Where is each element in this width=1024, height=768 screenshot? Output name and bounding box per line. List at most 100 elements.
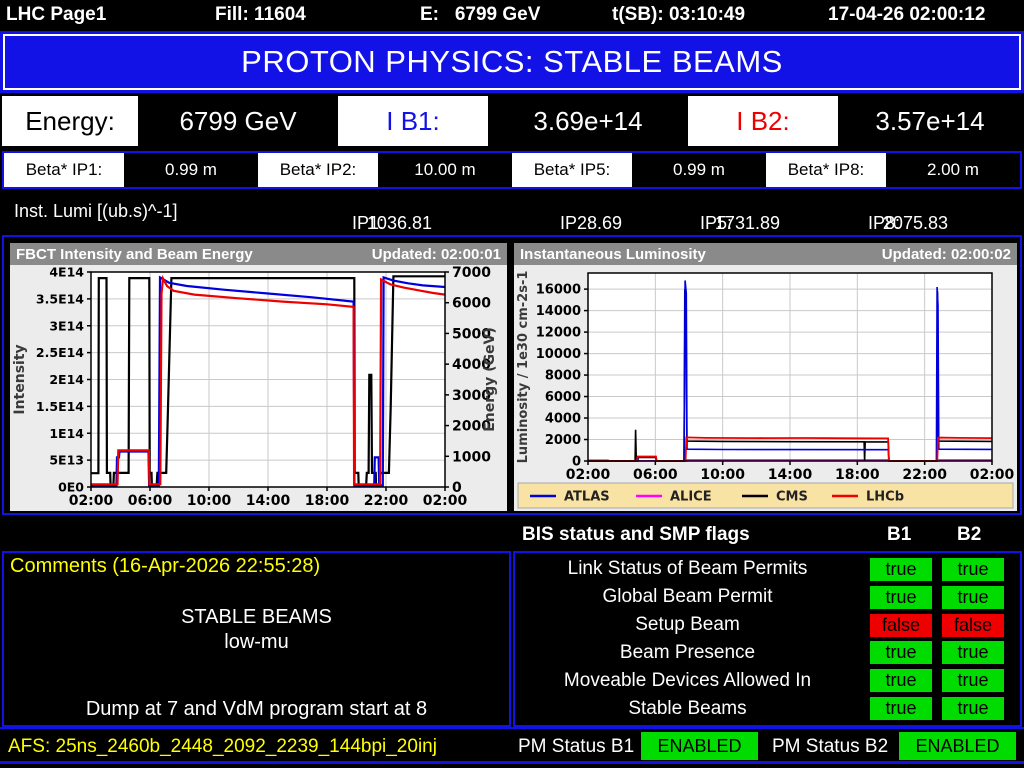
svg-text:1000: 1000 [452, 449, 491, 465]
intensity-b2-value: 3.57e+14 [875, 105, 985, 136]
flag-stable-beams-b2: true [942, 697, 1004, 721]
bis-header: BIS status and SMP flags B1 B2 [514, 521, 1022, 551]
svg-text:4000: 4000 [545, 412, 581, 427]
datetime: 17-04-26 02:00:12 [828, 4, 986, 25]
svg-text:12000: 12000 [536, 326, 581, 341]
energy-intensity-row: Energy: 6799 GeV I B1: 3.69e+14 I B2: 3.… [0, 93, 1024, 149]
bis-row-setup-beam: Setup Beam false false [515, 612, 1020, 639]
beta-star-row: Beta* IP1: 0.99 m Beta* IP2: 10.00 m Bet… [2, 151, 1022, 189]
svg-text:14000: 14000 [536, 304, 581, 319]
beta-ip8-label: Beta* IP8: [766, 153, 886, 187]
fbct-chart-canvas: 02:00 06:00 10:00 14:00 18:00 22:00 02:000E05E… [12, 265, 498, 509]
lumi-ip8-value: 2075.83 [882, 213, 948, 233]
svg-text:16000: 16000 [536, 283, 581, 298]
svg-text:0E0: 0E0 [58, 480, 84, 495]
mode-banner: PROTON PHYSICS: STABLE BEAMS [0, 31, 1024, 93]
pm-status-b1-badge: ENABLED [641, 732, 758, 760]
svg-text:3E14: 3E14 [49, 318, 84, 333]
lumi-ip2-value: 8.69 [586, 213, 622, 233]
bis-flags-panel: Link Status of Beam Permits true true Gl… [513, 551, 1022, 727]
comments-panel: Comments (16-Apr-2026 22:55:28) STABLE B… [2, 551, 511, 727]
bis-col-b1: B1 [887, 524, 912, 545]
chart2-title: Instantaneous Luminosity [520, 245, 706, 263]
svg-text:10:00: 10:00 [187, 493, 232, 509]
flag-stable-beams-b1: true [870, 697, 932, 721]
svg-text:06:00: 06:00 [633, 467, 678, 483]
bis-row-link-status: Link Status of Beam Permits true true [515, 556, 1020, 583]
svg-text:LHCb: LHCb [866, 490, 904, 505]
svg-text:14:00: 14:00 [768, 467, 813, 483]
inst-lumi-row: Inst. Lumi [(ub.s)^-1] IP1: 1036.81 IP2: 8… [0, 189, 1024, 235]
inst-lumi-label: Inst. Lumi [(ub.s)^-1] [14, 201, 178, 221]
svg-text:Energy (GeV): Energy (GeV) [482, 327, 498, 432]
svg-text:ATLAS: ATLAS [564, 490, 610, 505]
bis-row-global-permit: Global Beam Permit true true [515, 584, 1020, 611]
svg-text:1E14: 1E14 [49, 426, 84, 441]
bis-row-label: Beam Presence [619, 641, 756, 663]
svg-text:4E14: 4E14 [49, 265, 84, 280]
comment-line-3: Dump at 7 and VdM program start at 8 [85, 698, 428, 720]
flag-global-permit-b2: true [942, 585, 1004, 609]
flag-link-status-b2: true [942, 557, 1004, 581]
flag-moveable-devices-b1: true [870, 669, 932, 693]
flag-global-permit-b1: true [870, 585, 932, 609]
svg-text:6000: 6000 [545, 390, 581, 405]
bis-row-label: Global Beam Permit [602, 586, 773, 608]
footer-bar: AFS: 25ns_2460b_2448_2092_2239_144bpi_20… [0, 727, 1024, 762]
pm-status-b2-badge: ENABLED [899, 732, 1016, 760]
chart1-title: FBCT Intensity and Beam Energy [16, 245, 253, 263]
flag-setup-beam-b2: false [942, 613, 1004, 637]
intensity-b1-label: I B1: [338, 96, 488, 146]
beta-ip5-value: 0.99 m [673, 160, 725, 179]
svg-text:2000: 2000 [545, 433, 581, 448]
instantaneous-luminosity-chart: Instantaneous Luminosity Updated: 02:00:… [514, 243, 1017, 511]
svg-text:10:00: 10:00 [700, 467, 745, 483]
svg-text:2E14: 2E14 [49, 372, 84, 387]
energy-label: Energy: [2, 96, 138, 146]
lumi-ip5-value: 1731.89 [714, 213, 780, 233]
svg-text:0: 0 [452, 480, 462, 496]
chart1-updated: Updated: 02:00:01 [371, 245, 501, 263]
bis-row-label: Link Status of Beam Permits [567, 558, 808, 580]
time-in-stable-beams: t(SB): 03:10:49 [612, 4, 746, 25]
bis-col-b2: B2 [957, 524, 982, 545]
flag-link-status-b1: true [870, 557, 932, 581]
svg-text:22:00: 22:00 [364, 493, 409, 509]
svg-text:3.5E14: 3.5E14 [36, 291, 84, 306]
svg-text:18:00: 18:00 [305, 493, 350, 509]
comment-line-2: low-mu [224, 631, 289, 653]
bis-row-moveable-devices: Moveable Devices Allowed In true true [515, 667, 1020, 694]
beta-ip2-value: 10.00 m [414, 160, 476, 179]
comment-line-1: STABLE BEAMS [181, 606, 332, 628]
fbct-intensity-energy-chart: FBCT Intensity and Beam Energy Updated: … [10, 243, 507, 511]
bis-title: BIS status and SMP flags [522, 524, 750, 545]
svg-text:6000: 6000 [452, 296, 491, 312]
svg-text:1.5E14: 1.5E14 [36, 399, 84, 414]
svg-text:8000: 8000 [545, 369, 581, 384]
flag-moveable-devices-b2: true [942, 669, 1004, 693]
flag-beam-presence-b1: true [870, 641, 932, 665]
svg-text:22:00: 22:00 [902, 467, 947, 483]
bis-row-label: Setup Beam [635, 614, 740, 636]
bottom-divider [0, 761, 1024, 764]
svg-text:14:00: 14:00 [246, 493, 291, 509]
page-title: LHC Page1 [6, 4, 107, 25]
svg-text:CMS: CMS [776, 490, 808, 505]
energy-value: 6799 GeV [179, 105, 297, 136]
beam-energy: E: 6799 GeV [420, 4, 541, 25]
chart2-updated: Updated: 02:00:02 [881, 245, 1011, 263]
beta-ip2-label: Beta* IP2: [258, 153, 378, 187]
flag-beam-presence-b2: true [942, 641, 1004, 665]
lumi-ip1-value: 1036.81 [366, 213, 432, 233]
flag-setup-beam-b1: false [870, 613, 932, 637]
svg-text:ALICE: ALICE [670, 490, 712, 505]
bis-row-label: Moveable Devices Allowed In [563, 669, 812, 691]
svg-text:06:00: 06:00 [128, 493, 173, 509]
beta-ip1-value: 0.99 m [165, 160, 217, 179]
svg-text:18:00: 18:00 [835, 467, 880, 483]
svg-text:Luminosity / 1e30 cm-2s-1: Luminosity / 1e30 cm-2s-1 [516, 271, 531, 464]
afs-filling-scheme: AFS: 25ns_2460b_2448_2092_2239_144bpi_20… [8, 736, 437, 757]
beta-ip1-label: Beta* IP1: [4, 153, 124, 187]
fill-number: Fill: 11604 [215, 4, 306, 25]
top-status-bar: LHC Page1 Fill: 11604 E: 6799 GeV t(SB):… [0, 0, 1024, 31]
